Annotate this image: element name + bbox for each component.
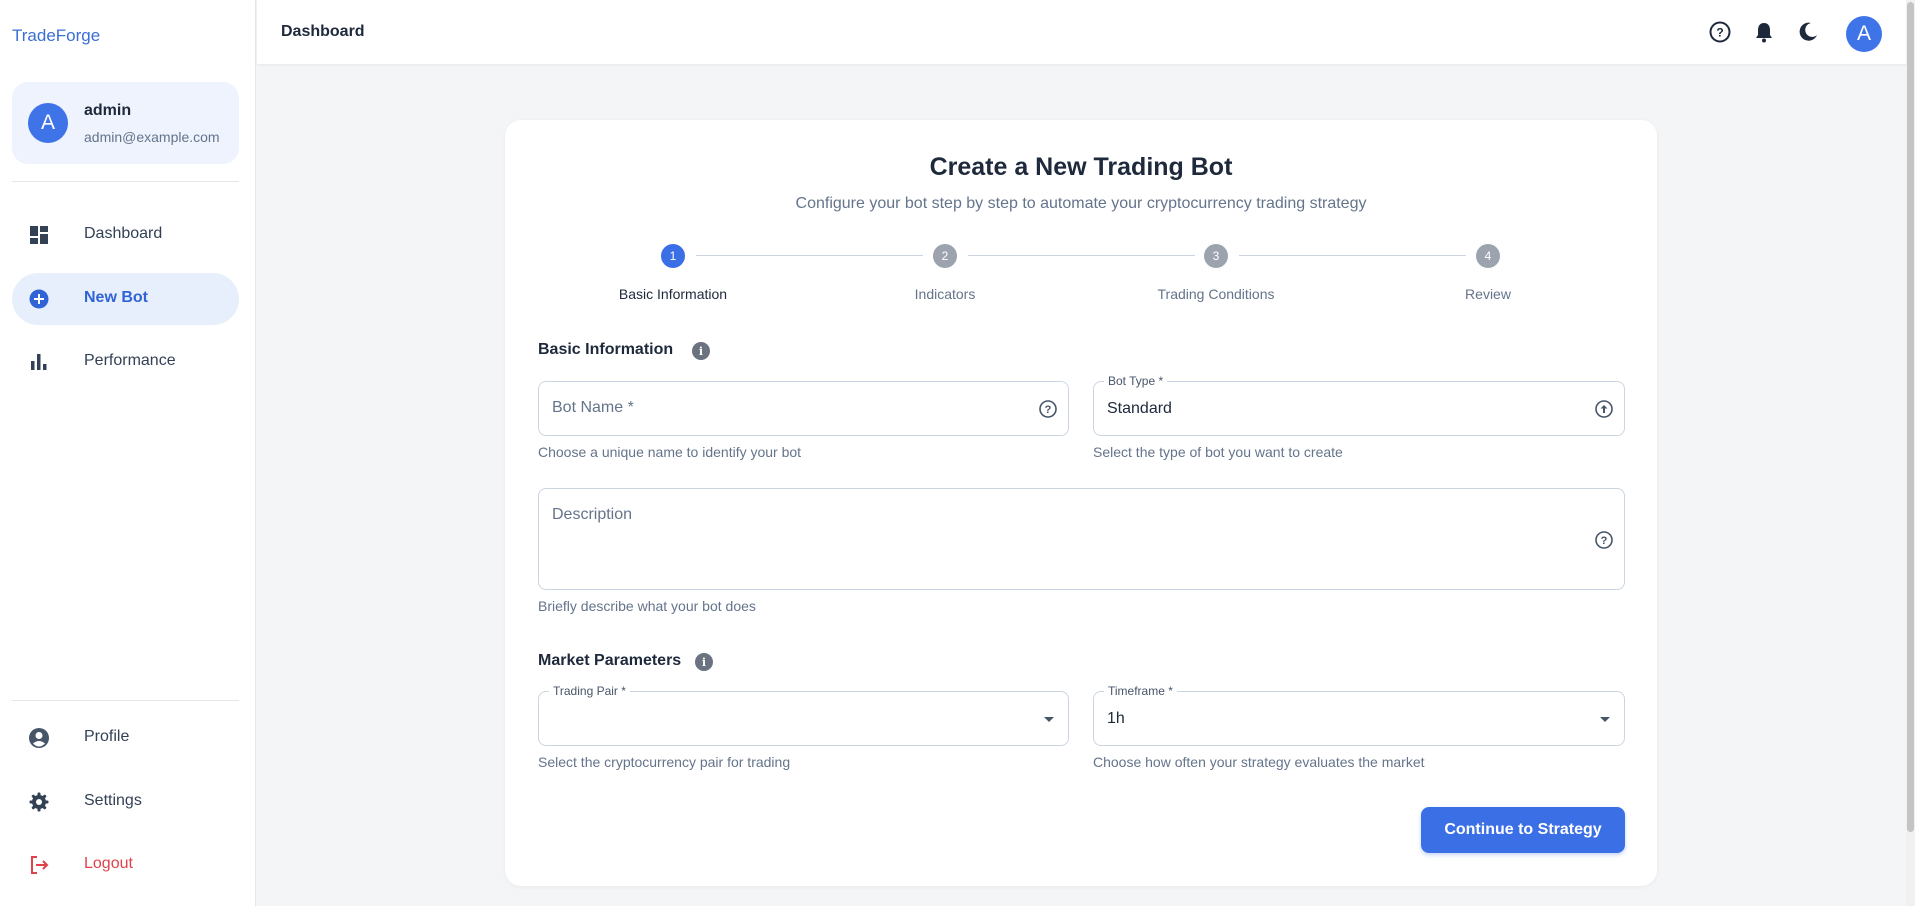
info-icon[interactable]: i — [695, 653, 713, 671]
continue-to-strategy-button[interactable]: Continue to Strategy — [1421, 807, 1625, 853]
avatar: A — [28, 103, 68, 143]
help-circle-arrow-icon[interactable] — [1594, 399, 1614, 419]
step-indicator-3: 3 — [1204, 244, 1228, 268]
section-title-basic-information: Basic Information — [538, 341, 674, 358]
svg-text:?: ? — [1601, 535, 1608, 547]
step-connector — [968, 255, 1195, 256]
description-helper: Briefly describe what your bot does — [538, 598, 756, 614]
timeframe-select[interactable]: Timeframe * 1h — [1093, 685, 1625, 746]
sidebar-item-performance[interactable]: Performance — [12, 336, 239, 388]
step-connector — [696, 255, 923, 256]
scrollbar[interactable] — [1906, 0, 1915, 906]
create-bot-card: Create a New Trading Bot Configure your … — [505, 120, 1657, 886]
step-label-review: Review — [1465, 286, 1511, 302]
brand-logo[interactable]: TradeForge — [12, 26, 100, 46]
sidebar-item-logout[interactable]: Logout — [12, 839, 239, 891]
user-card[interactable]: A admin admin@example.com — [12, 82, 239, 164]
bot-name-helper: Choose a unique name to identify your bo… — [538, 444, 802, 460]
svg-text:?: ? — [1716, 26, 1723, 40]
bot-type-value: Standard — [1107, 400, 1172, 417]
bot-name-placeholder: Bot Name * — [552, 399, 634, 416]
wizard-subtitle: Configure your bot step by step to autom… — [795, 195, 1367, 212]
sidebar-item-dashboard[interactable]: Dashboard — [12, 209, 239, 261]
info-icon[interactable]: i — [692, 342, 710, 360]
timeframe-value: 1h — [1107, 710, 1125, 727]
avatar[interactable]: A — [1846, 16, 1882, 52]
bar-chart-icon — [29, 352, 49, 372]
bot-type-label: Bot Type * — [1104, 375, 1168, 388]
step-label-indicators: Indicators — [914, 286, 976, 302]
step-connector — [1239, 255, 1466, 256]
section-title-market-parameters: Market Parameters — [538, 652, 682, 669]
description-field[interactable]: Description ? — [538, 488, 1625, 590]
trading-pair-helper: Select the cryptocurrency pair for tradi… — [538, 754, 791, 770]
chevron-down-icon[interactable] — [1600, 717, 1610, 722]
help-icon[interactable]: ? — [1708, 20, 1732, 44]
sidebar-item-label: Dashboard — [84, 225, 163, 242]
bell-icon[interactable] — [1752, 20, 1776, 44]
sidebar: TradeForge A admin admin@example.com Das… — [0, 0, 256, 906]
logout-icon — [29, 855, 49, 875]
timeframe-label: Timeframe * — [1104, 685, 1177, 698]
step-indicator-2: 2 — [933, 244, 957, 268]
account-circle-icon — [29, 728, 49, 748]
top-bar: Dashboard ? A — [257, 0, 1915, 64]
divider — [12, 700, 239, 701]
wizard-title: Create a New Trading Bot — [929, 153, 1233, 181]
divider — [12, 181, 239, 182]
page-title: Dashboard — [281, 23, 365, 40]
sidebar-item-new-bot[interactable]: New Bot — [12, 273, 239, 325]
chevron-down-icon[interactable] — [1044, 717, 1054, 722]
help-icon[interactable]: ? — [1038, 399, 1058, 419]
sidebar-item-label: Profile — [84, 728, 130, 745]
help-icon[interactable]: ? — [1594, 530, 1614, 550]
user-email: admin@example.com — [84, 129, 220, 145]
moon-icon[interactable] — [1796, 20, 1820, 44]
sidebar-item-label: Logout — [84, 855, 133, 872]
step-indicator-1: 1 — [661, 244, 685, 268]
dashboard-icon — [29, 225, 49, 245]
scrollbar-thumb[interactable] — [1907, 2, 1914, 832]
trading-pair-label: Trading Pair * — [549, 685, 630, 698]
step-indicator-4: 4 — [1476, 244, 1500, 268]
bot-type-select[interactable]: Bot Type * Standard — [1093, 375, 1625, 436]
bot-name-field[interactable]: Bot Name * ? — [538, 381, 1069, 436]
user-name: admin — [84, 102, 132, 119]
sidebar-item-label: Settings — [84, 792, 142, 809]
step-label-trading-conditions: Trading Conditions — [1157, 286, 1275, 302]
sidebar-item-profile[interactable]: Profile — [12, 712, 239, 764]
sidebar-item-label: Performance — [84, 352, 176, 369]
description-placeholder: Description — [552, 506, 633, 523]
bot-type-helper: Select the type of bot you want to creat… — [1093, 444, 1343, 460]
sidebar-item-label: New Bot — [84, 289, 148, 306]
svg-text:?: ? — [1045, 404, 1052, 416]
sidebar-item-settings[interactable]: Settings — [12, 776, 239, 828]
trading-pair-select[interactable]: Trading Pair * — [538, 685, 1069, 746]
timeframe-helper: Choose how often your strategy evaluates… — [1093, 754, 1425, 770]
step-label-basic-information: Basic Information — [618, 286, 728, 302]
gear-icon — [29, 792, 49, 812]
add-circle-icon — [29, 289, 49, 309]
